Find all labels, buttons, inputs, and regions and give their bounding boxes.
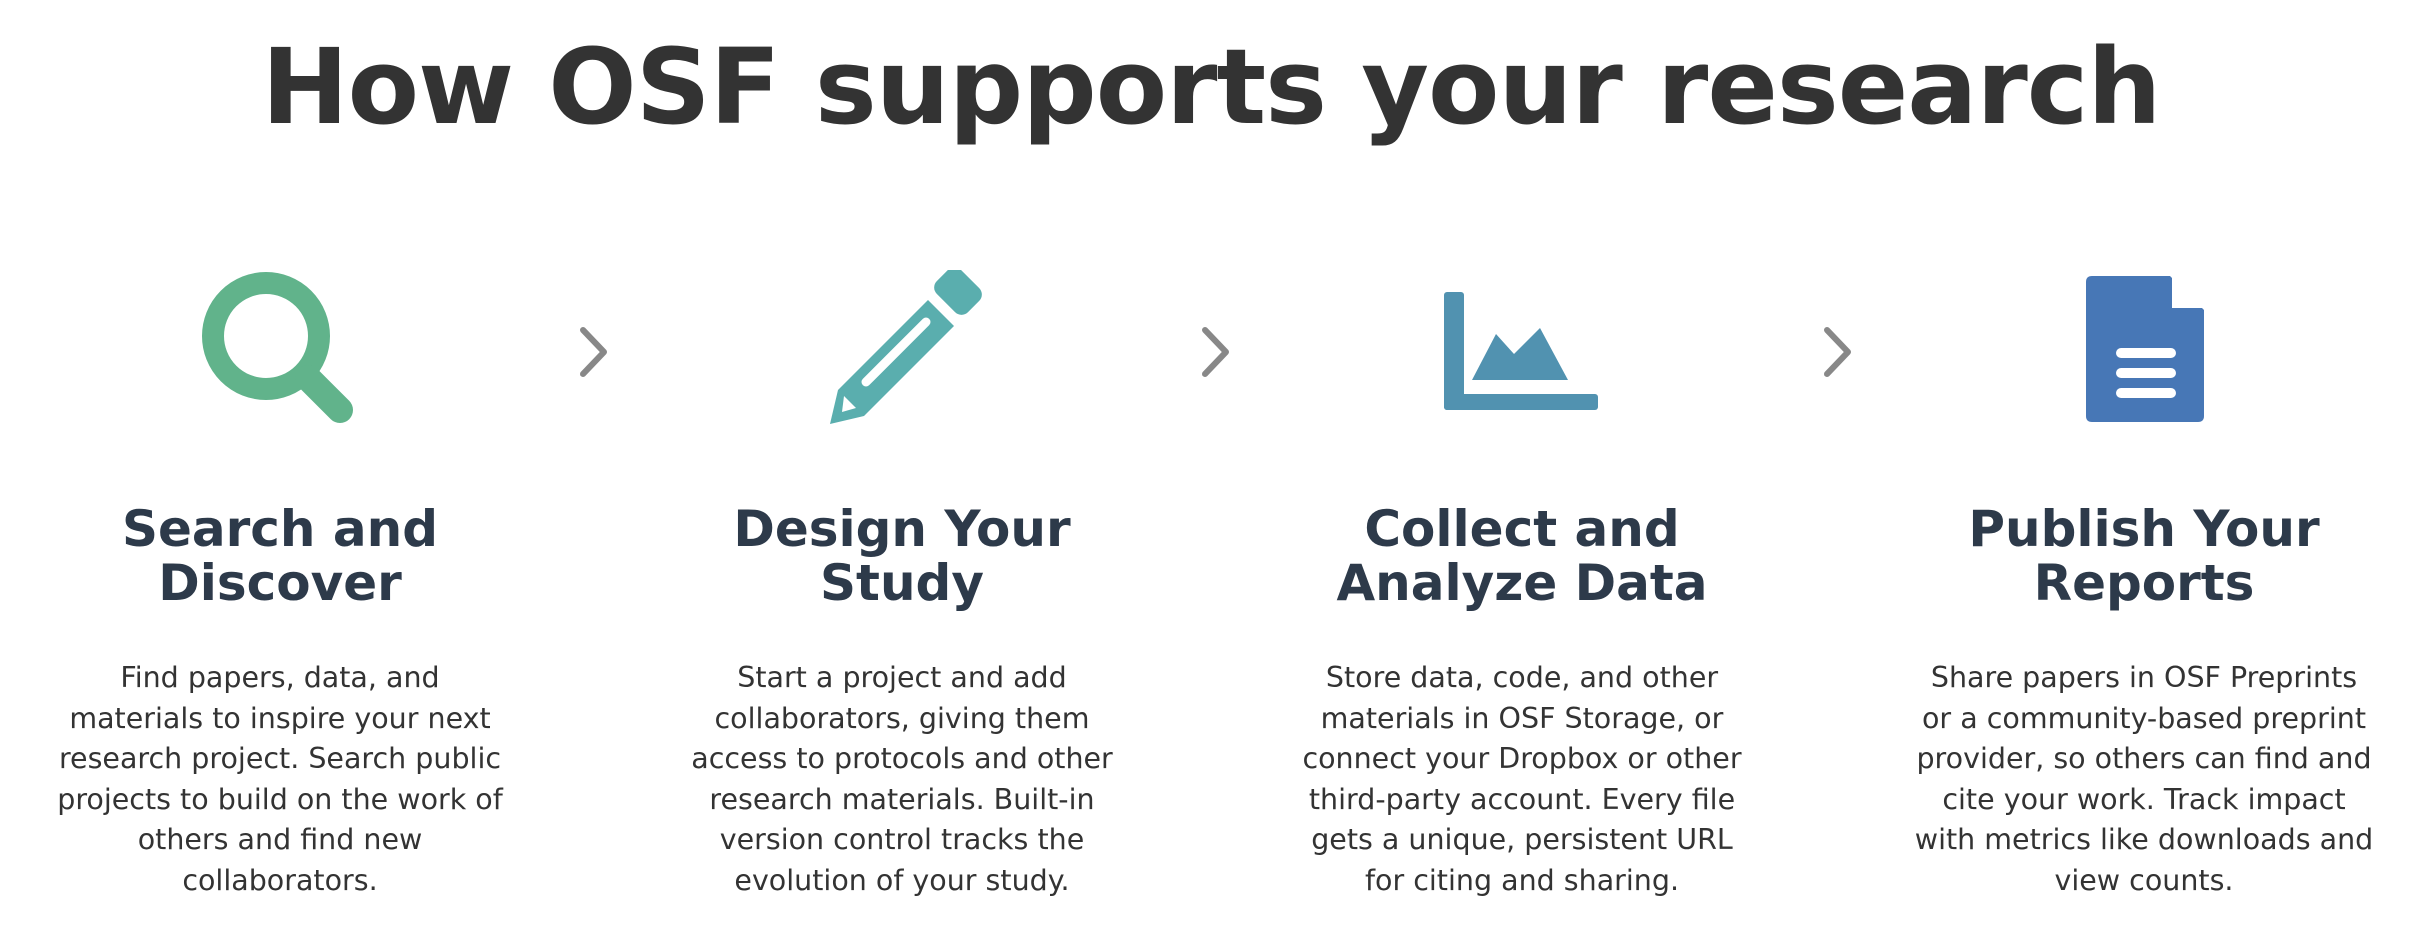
step-title: Publish Your Reports [1968, 500, 2320, 612]
document-icon [1914, 270, 2374, 430]
step-title: Search and Discover [121, 500, 439, 612]
step-description: Store data, code, and other materials in… [1302, 661, 1742, 897]
steps-row: Search and Discover Find papers, data, a… [0, 270, 2422, 930]
search-icon [50, 270, 510, 430]
step-title: Collect and Analyze Data [1336, 500, 1708, 612]
pencil-icon [672, 270, 1132, 430]
chevron-right-icon [1818, 322, 1858, 382]
step-description: Share papers in OSF Preprints or a commu… [1914, 661, 2374, 897]
page-title: How OSF supports your research [261, 26, 2162, 148]
chevron-right-icon [1196, 322, 1236, 382]
step-description: Start a project and add collaborators, g… [691, 661, 1113, 897]
step-title: Design Your Study [733, 500, 1071, 612]
area-chart-icon [1292, 270, 1752, 430]
chevron-right-icon [574, 322, 614, 382]
step-description: Find papers, data, and materials to insp… [57, 661, 503, 897]
